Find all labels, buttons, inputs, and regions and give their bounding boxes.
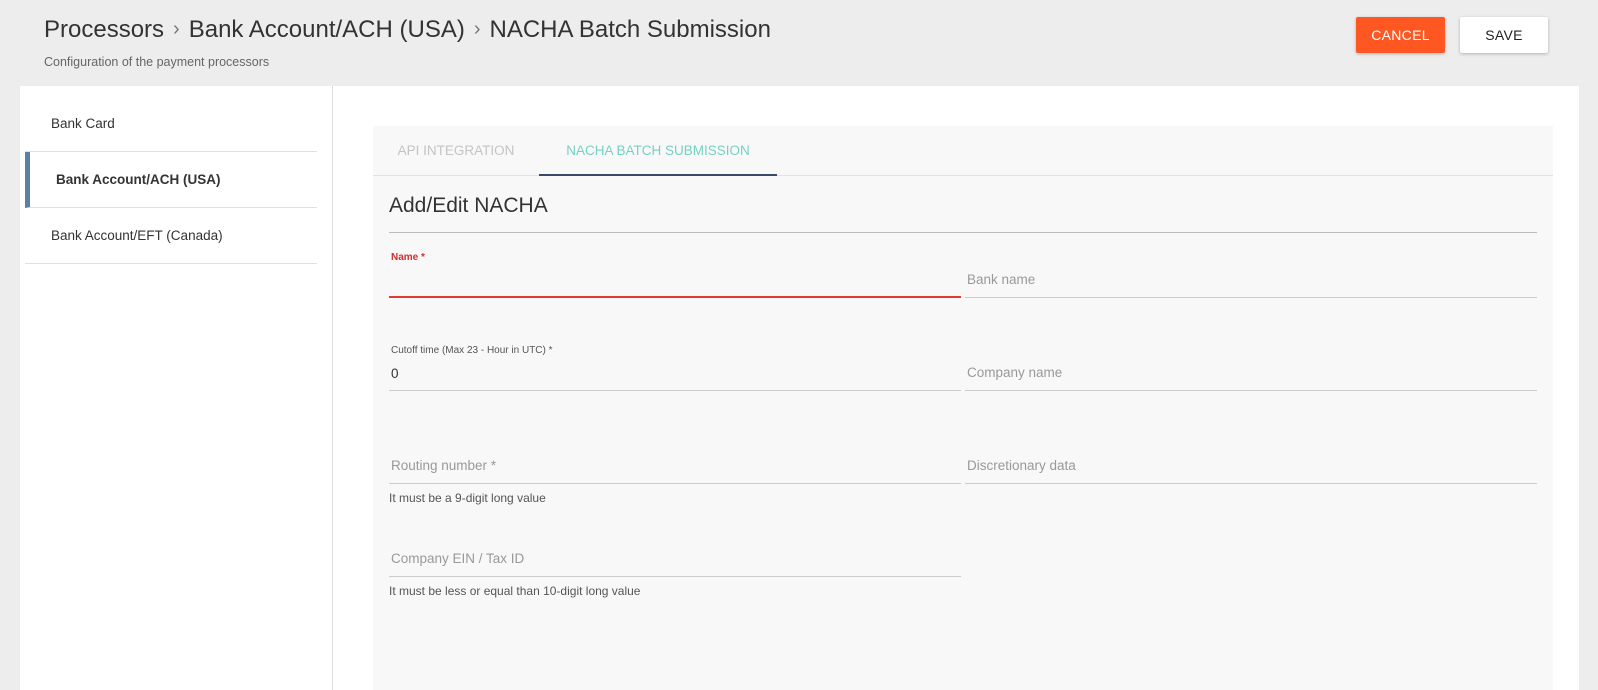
routing-number-hint: It must be a 9-digit long value xyxy=(389,491,546,505)
breadcrumb: Processors › Bank Account/ACH (USA) › NA… xyxy=(44,16,771,44)
name-label: Name * xyxy=(391,252,425,263)
chevron-right-icon: › xyxy=(173,17,180,40)
name-field[interactable]: Name * xyxy=(389,250,961,302)
form-title: Add/Edit NACHA xyxy=(389,194,548,217)
routing-number-underline xyxy=(389,483,961,484)
tab-bar: API INTEGRATION NACHA BATCH SUBMISSION xyxy=(373,126,1553,176)
cutoff-time-underline xyxy=(389,390,961,391)
breadcrumb-bank-account-ach[interactable]: Bank Account/ACH (USA) xyxy=(189,16,465,44)
tab-api-integration[interactable]: API INTEGRATION xyxy=(373,126,539,175)
breadcrumb-nacha-batch: NACHA Batch Submission xyxy=(489,16,771,43)
cutoff-time-value: 0 xyxy=(391,366,399,381)
sidebar-item-bank-account-ach[interactable]: Bank Account/ACH (USA) xyxy=(25,152,317,208)
cancel-button[interactable]: CANCEL xyxy=(1356,17,1445,53)
page-header: Processors › Bank Account/ACH (USA) › NA… xyxy=(0,0,1598,86)
bank-name-underline xyxy=(965,297,1537,298)
divider xyxy=(389,232,1537,233)
sidebar-item-bank-account-eft[interactable]: Bank Account/EFT (Canada) xyxy=(25,208,317,264)
company-ein-placeholder: Company EIN / Tax ID xyxy=(391,551,525,566)
discretionary-data-placeholder: Discretionary data xyxy=(967,458,1076,473)
tab-nacha-batch-submission[interactable]: NACHA BATCH SUBMISSION xyxy=(539,126,777,176)
page-subtitle: Configuration of the payment processors xyxy=(44,55,270,69)
bank-name-placeholder: Bank name xyxy=(967,272,1036,287)
processor-sidebar: Bank Card Bank Account/ACH (USA) Bank Ac… xyxy=(20,86,333,690)
routing-number-placeholder: Routing number * xyxy=(391,458,497,473)
sidebar-item-label: Bank Account/ACH (USA) xyxy=(56,172,221,187)
sidebar-item-bank-card[interactable]: Bank Card xyxy=(25,96,317,152)
company-ein-underline xyxy=(389,576,961,577)
discretionary-data-underline xyxy=(965,483,1537,484)
main-panel: API INTEGRATION NACHA BATCH SUBMISSION A… xyxy=(333,86,1579,690)
company-name-field[interactable]: Company name xyxy=(965,343,1537,395)
breadcrumb-processors[interactable]: Processors xyxy=(44,16,164,44)
cutoff-time-label: Cutoff time (Max 23 - Hour in UTC) * xyxy=(391,345,553,356)
company-name-underline xyxy=(965,390,1537,391)
form-card: API INTEGRATION NACHA BATCH SUBMISSION A… xyxy=(373,126,1553,690)
bank-name-field[interactable]: Bank name xyxy=(965,250,1537,302)
routing-number-field[interactable]: Routing number * It must be a 9-digit lo… xyxy=(389,436,961,506)
save-button[interactable]: SAVE xyxy=(1460,17,1548,53)
discretionary-data-field[interactable]: Discretionary data xyxy=(965,436,1537,488)
chevron-right-icon: › xyxy=(473,17,481,40)
sidebar-item-label: Bank Account/EFT (Canada) xyxy=(51,228,223,243)
name-underline xyxy=(389,296,961,298)
company-name-placeholder: Company name xyxy=(967,365,1063,380)
sidebar-item-label: Bank Card xyxy=(51,116,115,131)
cutoff-time-field[interactable]: Cutoff time (Max 23 - Hour in UTC) * 0 xyxy=(389,343,961,395)
company-ein-hint: It must be less or equal than 10-digit l… xyxy=(389,584,641,598)
company-ein-field[interactable]: Company EIN / Tax ID It must be less or … xyxy=(389,529,961,599)
